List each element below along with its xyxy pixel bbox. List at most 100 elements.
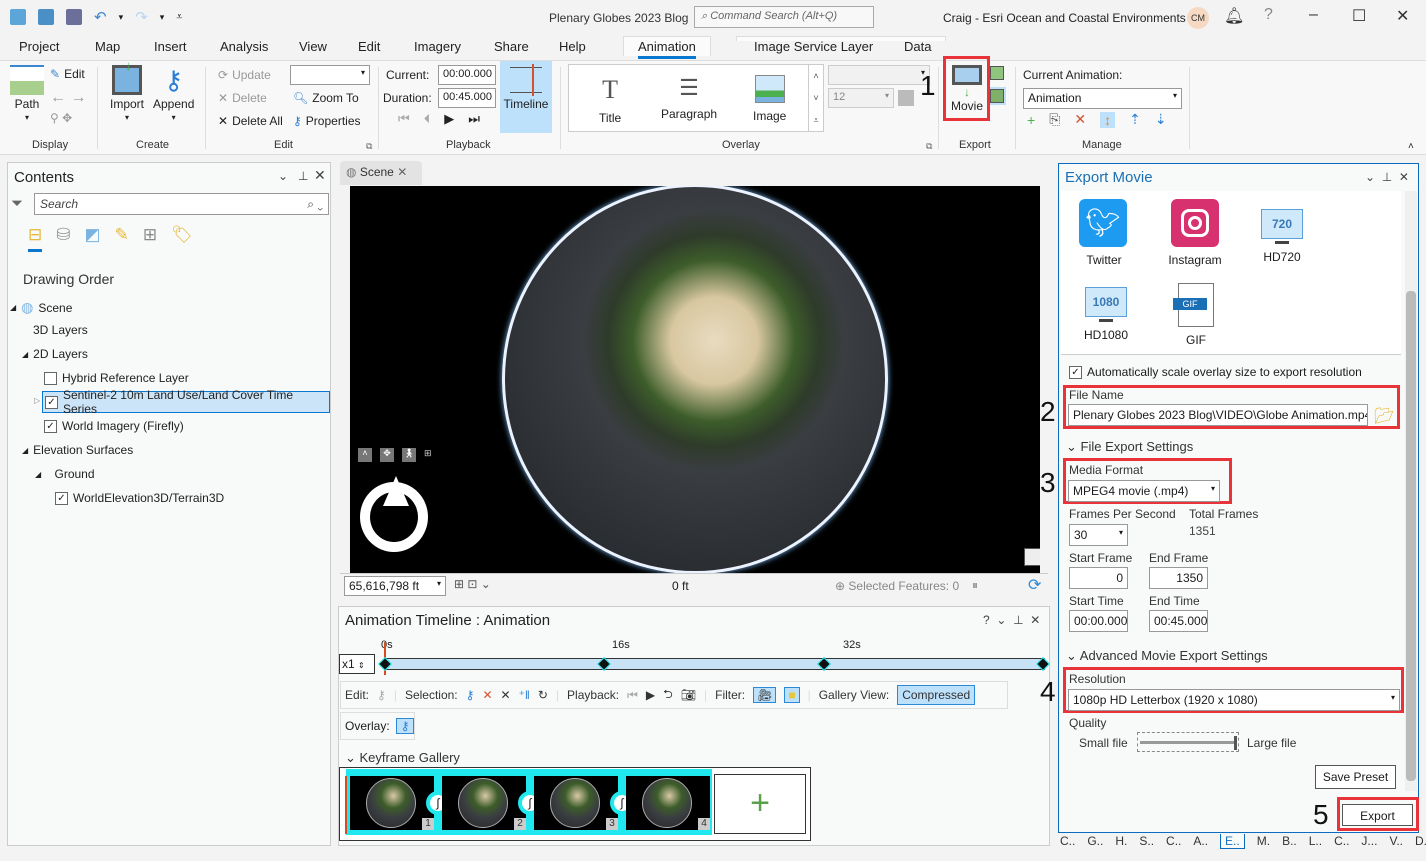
- layer-checkbox[interactable]: ✓: [45, 395, 58, 409]
- save-project-icon[interactable]: [66, 9, 82, 25]
- pane-tab[interactable]: V..: [1389, 834, 1403, 849]
- append-button[interactable]: ⚷ Append ▾: [153, 65, 194, 122]
- play-icon[interactable]: ▶: [444, 111, 454, 127]
- tab-insert[interactable]: Insert: [154, 39, 187, 54]
- timeline-track[interactable]: [385, 658, 1045, 670]
- redo-dropdown-icon[interactable]: ▾: [160, 12, 165, 23]
- command-search-input[interactable]: ⌕ Command Search (Alt+Q): [694, 6, 874, 28]
- tab-share[interactable]: Share: [494, 39, 529, 54]
- pane-tab[interactable]: M.: [1257, 834, 1270, 849]
- tab-data[interactable]: Data: [904, 39, 931, 54]
- title-overlay-button[interactable]: T Title: [599, 75, 621, 125]
- font-family-dropdown[interactable]: ▾: [828, 65, 930, 85]
- tab-image-service-layer[interactable]: Image Service Layer: [754, 39, 873, 54]
- pin-icon[interactable]: ⊥: [298, 169, 308, 183]
- pan-icon[interactable]: ✥: [380, 448, 394, 462]
- expand-layer-icon[interactable]: ▷: [34, 396, 40, 405]
- speed-spinner[interactable]: x1 ⇕: [339, 654, 375, 674]
- filter-icon[interactable]: ⏷: [11, 195, 23, 212]
- pane-tab[interactable]: L..: [1309, 834, 1322, 849]
- maximize-button[interactable]: ☐: [1352, 6, 1366, 26]
- drawing-order-icon[interactable]: ⊟: [28, 225, 43, 252]
- tab-help[interactable]: Help: [559, 39, 586, 54]
- preset-gif[interactable]: GIF GIF: [1171, 283, 1221, 347]
- back-forward-icons[interactable]: ← →: [50, 89, 86, 107]
- color-swatch[interactable]: [898, 90, 914, 106]
- current-animation-dropdown[interactable]: Animation ▾: [1023, 88, 1182, 109]
- edit-launcher-icon[interactable]: ⧉: [366, 141, 372, 152]
- delete-button[interactable]: ✕ Delete: [218, 91, 267, 105]
- undo-icon[interactable]: ↶: [94, 8, 107, 26]
- refresh-icon[interactable]: ⟳: [1028, 575, 1041, 595]
- delete-animation-icon[interactable]: ✕: [1074, 111, 1086, 128]
- duration-input[interactable]: 00:45.000: [438, 88, 496, 108]
- close-tab-icon[interactable]: ✕: [397, 165, 407, 179]
- tab-view[interactable]: View: [299, 39, 327, 54]
- loop-icon[interactable]: ⮌: [663, 685, 673, 706]
- import-button[interactable]: ↓ Import ▾: [110, 58, 144, 122]
- save-preset-button[interactable]: Save Preset: [1315, 765, 1396, 789]
- copy-animation-icon[interactable]: ⎘: [1049, 111, 1060, 128]
- quality-slider[interactable]: [1137, 732, 1239, 752]
- layer-filter-icon[interactable]: ■: [784, 687, 800, 703]
- contents-search-input[interactable]: Search ⌕ ⌄: [34, 193, 329, 215]
- editing-icon[interactable]: ✎: [115, 225, 129, 252]
- tree-item-terrain3d[interactable]: ✓ WorldElevation3D/Terrain3D: [55, 491, 224, 505]
- layer-checkbox[interactable]: [44, 371, 57, 385]
- close-window-button[interactable]: ✕: [1396, 6, 1409, 26]
- edit-keyframe-icon[interactable]: ⚷: [377, 688, 386, 702]
- update-button[interactable]: ⟳ Update: [218, 68, 271, 82]
- expand-navigator-icon[interactable]: ⊞: [424, 448, 432, 462]
- properties-button[interactable]: ⚷ Properties: [293, 114, 361, 128]
- tab-edit[interactable]: Edit: [358, 39, 380, 54]
- add-animation-icon[interactable]: +: [1027, 112, 1035, 128]
- advanced-settings-header[interactable]: ⌄ Advanced Movie Export Settings: [1066, 648, 1268, 664]
- auto-scale-checkbox[interactable]: ✓ Automatically scale overlay size to exp…: [1069, 365, 1362, 379]
- file-name-input[interactable]: Plenary Globes 2023 Blog\VIDEO\Globe Ani…: [1068, 404, 1368, 426]
- tree-item-2d-layers[interactable]: ◢ 2D Layers: [22, 347, 88, 361]
- reorder-icon[interactable]: ↕: [1100, 111, 1116, 128]
- layer-checkbox[interactable]: ✓: [55, 491, 68, 505]
- pause-drawing-icon[interactable]: ⏸: [972, 578, 978, 593]
- options-icon[interactable]: ⌄: [996, 613, 1006, 627]
- overlay-gallery-scroll[interactable]: ˄ ˅ ⩡: [808, 64, 824, 132]
- tab-scene[interactable]: ◍ Scene ✕: [340, 161, 422, 185]
- end-time-input[interactable]: 00:45.000: [1149, 610, 1208, 632]
- new-project-icon[interactable]: [10, 9, 26, 25]
- preset-twitter[interactable]: 🐦︎ Twitter: [1079, 199, 1129, 267]
- pane-tab[interactable]: B..: [1282, 834, 1297, 849]
- start-frame-input[interactable]: 0: [1069, 567, 1128, 589]
- customize-qat-icon[interactable]: ⩡: [176, 11, 182, 24]
- tab-map[interactable]: Map: [95, 39, 120, 54]
- selection-icon[interactable]: ◩: [85, 225, 101, 252]
- scene-view[interactable]: ˄ ✥ 🚶︎ ⊞: [350, 186, 1040, 573]
- paragraph-overlay-button[interactable]: ☰ Paragraph: [661, 75, 717, 121]
- pane-tab[interactable]: H.: [1115, 834, 1127, 849]
- browse-folder-icon[interactable]: 📂︎: [1374, 406, 1394, 426]
- preset-hd1080[interactable]: 1080 HD1080: [1081, 287, 1131, 342]
- tab-imagery[interactable]: Imagery: [414, 39, 461, 54]
- start-time-input[interactable]: 00:00.000: [1069, 610, 1128, 632]
- redo-icon[interactable]: ↷: [135, 8, 148, 26]
- legend-icon[interactable]: [1024, 548, 1040, 566]
- keyframe-thumbnail[interactable]: 4: [626, 776, 710, 830]
- keyframe-thumbnail[interactable]: 1: [350, 776, 434, 830]
- pane-tab[interactable]: G..: [1087, 834, 1103, 849]
- select-keyframe-icon[interactable]: ⚷: [466, 688, 475, 702]
- camera-filter-icon[interactable]: 🎥︎: [753, 687, 777, 703]
- walk-icon[interactable]: 🚶︎: [402, 448, 416, 462]
- data-source-icon[interactable]: ⛁: [56, 225, 70, 252]
- export-button[interactable]: Export: [1342, 804, 1413, 826]
- path-button[interactable]: Path ▾: [10, 65, 44, 122]
- help-icon[interactable]: ?: [1264, 6, 1273, 24]
- step-back-icon[interactable]: ⏴: [424, 111, 431, 127]
- tab-analysis[interactable]: Analysis: [220, 39, 268, 54]
- snapshot-icon[interactable]: 📷︎: [681, 688, 696, 702]
- scale-dropdown[interactable]: 65,616,798 ft ▾: [344, 576, 446, 596]
- tree-item-world-imagery[interactable]: ✓ World Imagery (Firefly): [44, 419, 184, 433]
- edit-path-button[interactable]: ✎ Edit: [50, 67, 85, 81]
- tilt-up-icon[interactable]: ˄: [358, 448, 372, 462]
- export-frame-icon[interactable]: [988, 87, 1006, 105]
- pane-tab[interactable]: C..: [1060, 834, 1075, 849]
- path-tools-icons[interactable]: ⚲ ✥: [50, 111, 72, 125]
